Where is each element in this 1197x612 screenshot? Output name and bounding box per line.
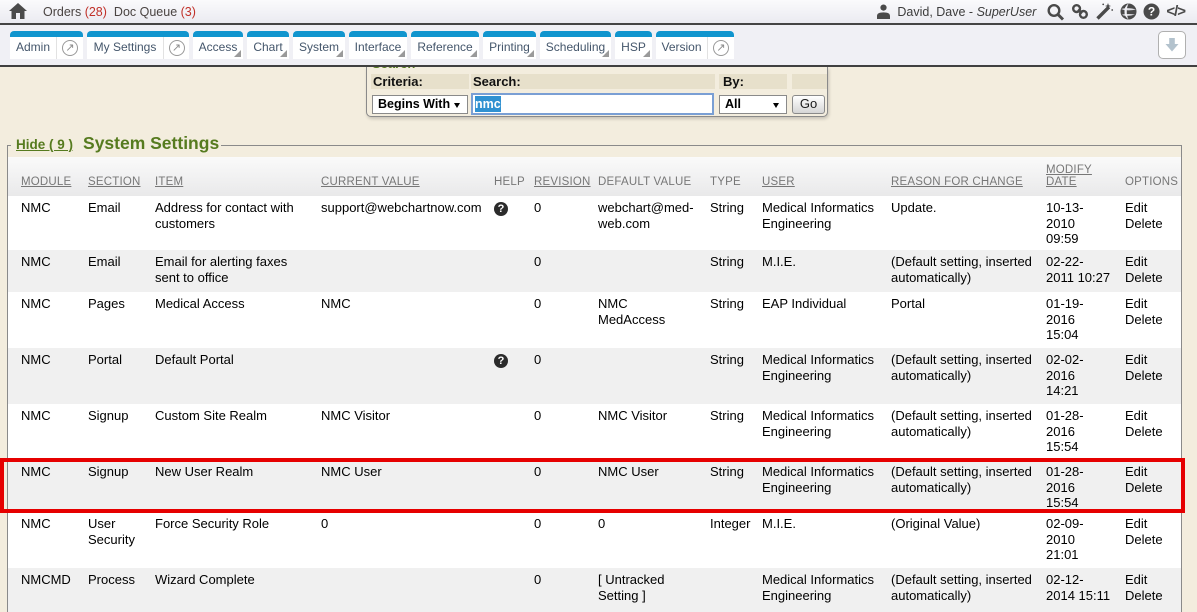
svg-text:?: ? [1148, 5, 1155, 19]
